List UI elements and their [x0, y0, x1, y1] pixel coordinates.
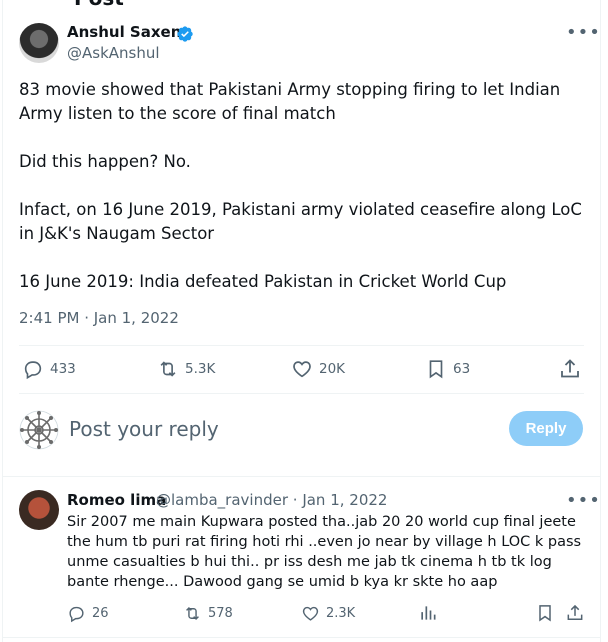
bottom-divider [2, 637, 601, 638]
like-action[interactable]: 20K [291, 358, 345, 380]
reply-author-avatar[interactable] [19, 490, 59, 530]
left-border [2, 0, 3, 642]
right-border [600, 0, 601, 642]
reply-repost-action[interactable]: 578 [183, 604, 233, 623]
tweet-timestamp[interactable]: 2:41 PM · Jan 1, 2022 [19, 309, 179, 327]
bookmark-icon[interactable] [535, 603, 555, 623]
tweet-text: 83 movie showed that Pakistani Army stop… [19, 80, 582, 291]
more-options-icon[interactable]: ••• [566, 22, 601, 43]
bookmark-count: 63 [453, 361, 471, 377]
heart-icon [302, 606, 319, 621]
reply-icon [24, 361, 42, 380]
reply-input[interactable]: Post your reply [69, 417, 219, 441]
reply-reply-count: 26 [92, 606, 109, 621]
page-title: Post [74, 0, 124, 10]
repost-action[interactable]: 5.3K [157, 358, 215, 380]
post-page: Post Anshul Saxena @AskAnshul ••• 83 mov… [0, 0, 608, 642]
divider [19, 345, 584, 346]
reply-icon [69, 606, 84, 623]
share-icon[interactable] [565, 603, 585, 623]
reply-count: 433 [50, 361, 76, 377]
author-handle[interactable]: @AskAnshul [67, 44, 160, 62]
author-avatar[interactable] [19, 23, 59, 63]
author-name[interactable]: Anshul Saxena [67, 23, 192, 41]
repost-icon [160, 361, 176, 377]
reply-text: Sir 2007 me main Kupwara posted tha..jab… [67, 514, 582, 590]
reply-action[interactable]: 433 [22, 358, 76, 380]
views-icon[interactable] [418, 603, 438, 623]
section-separator [2, 476, 601, 477]
repost-count: 5.3K [185, 361, 216, 377]
divider [19, 393, 584, 394]
reply-author-name[interactable]: Romeo lima [67, 491, 166, 509]
bookmark-icon [429, 360, 443, 379]
repost-icon [186, 606, 199, 621]
reply-more-options-icon[interactable]: ••• [566, 490, 601, 511]
reply-like-count: 2.3K [326, 606, 356, 621]
verified-badge-icon [177, 26, 193, 42]
reply-reply-action[interactable]: 26 [67, 604, 109, 623]
reply-like-action[interactable]: 2.3K [301, 604, 355, 623]
reply-repost-count: 578 [208, 606, 233, 621]
heart-icon [293, 361, 311, 378]
reply-button[interactable]: Reply [509, 411, 583, 446]
reply-meta[interactable]: @lamba_ravinder · Jan 1, 2022 [156, 491, 387, 509]
user-avatar-icon[interactable] [19, 410, 59, 450]
like-count: 20K [319, 361, 346, 377]
share-icon[interactable] [558, 357, 582, 381]
bookmark-action[interactable]: 63 [425, 358, 470, 380]
